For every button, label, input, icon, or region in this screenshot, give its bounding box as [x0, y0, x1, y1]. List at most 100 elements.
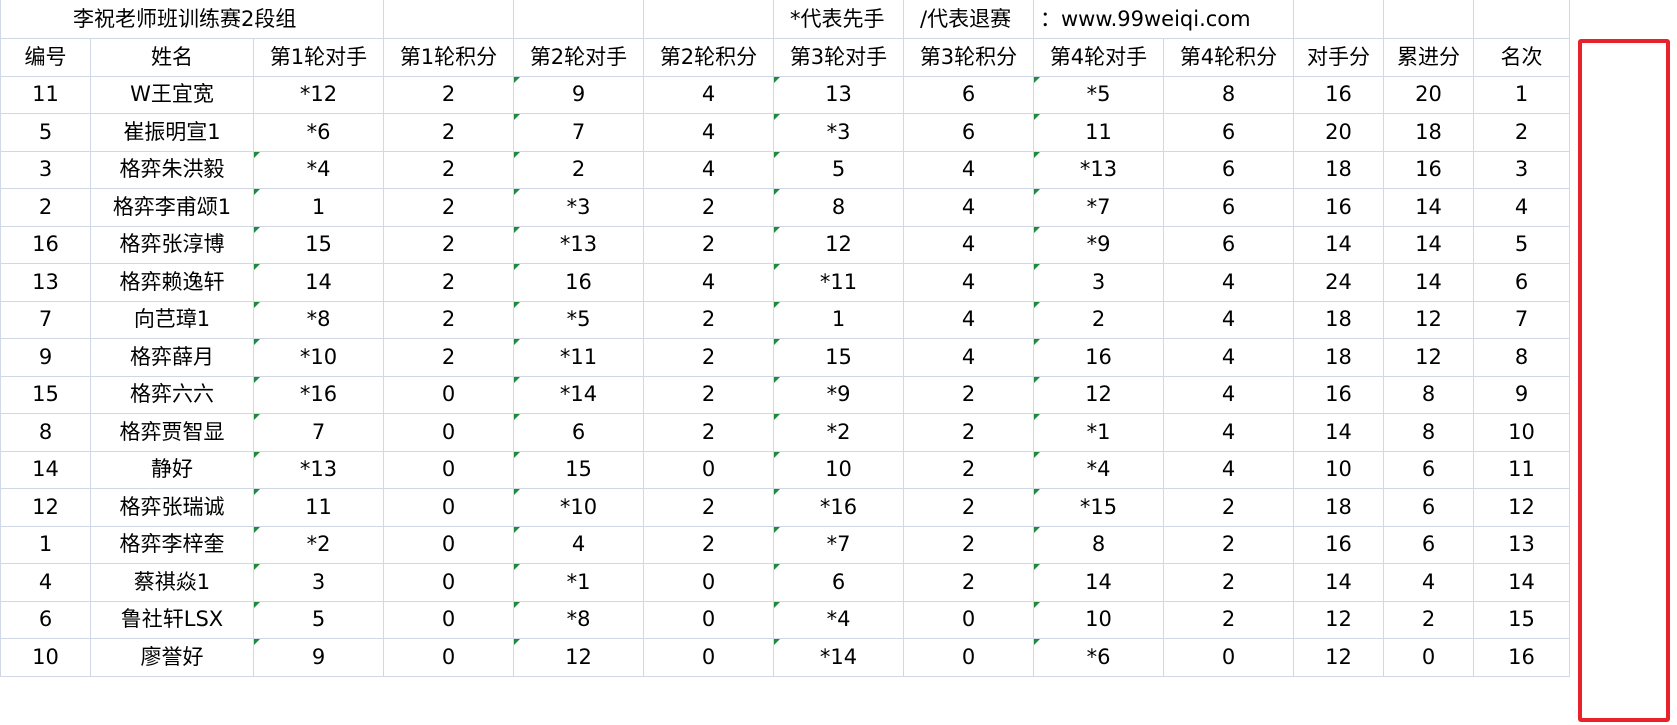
cell-id[interactable]: 14 — [0, 450, 91, 489]
cell-r1-opponent[interactable]: 9 — [253, 638, 384, 677]
cell-r3-score[interactable]: 4 — [903, 188, 1034, 227]
cell-rank[interactable]: 16 — [1473, 638, 1570, 677]
cell-r3-opponent[interactable]: 13 — [773, 75, 904, 114]
cell-r3-score[interactable]: 2 — [903, 525, 1034, 564]
header-r2-opponent[interactable]: 第2轮对手 — [513, 38, 644, 77]
cell-r1-opponent[interactable]: 14 — [253, 263, 384, 302]
cell-rank[interactable]: 8 — [1473, 338, 1570, 377]
cell-name[interactable]: 格弈赖逸轩 — [90, 263, 254, 302]
cell-r1-opponent[interactable]: *6 — [253, 113, 384, 152]
cell-r4-opponent[interactable]: 14 — [1033, 563, 1164, 602]
cell-r4-opponent[interactable]: *15 — [1033, 488, 1164, 527]
cell-r1-opponent[interactable]: *2 — [253, 525, 384, 564]
cell-r4-score[interactable]: 2 — [1163, 488, 1294, 527]
cell-r2-score[interactable]: 2 — [643, 225, 774, 264]
cell-r2-score[interactable]: 4 — [643, 150, 774, 189]
cell-r4-opponent[interactable]: *6 — [1033, 638, 1164, 677]
cell-r2-opponent[interactable]: 4 — [513, 525, 644, 564]
cell-r4-score[interactable]: 2 — [1163, 600, 1294, 639]
header-opponent-score[interactable]: 对手分 — [1293, 38, 1384, 77]
cell-r1-score[interactable]: 0 — [383, 450, 514, 489]
cell-id[interactable]: 4 — [0, 563, 91, 602]
cell-cumulative-score[interactable]: 18 — [1383, 113, 1474, 152]
cell-cumulative-score[interactable]: 14 — [1383, 263, 1474, 302]
cell-r2-opponent[interactable]: *11 — [513, 338, 644, 377]
cell-rank[interactable]: 3 — [1473, 150, 1570, 189]
cell-r3-score[interactable]: 0 — [903, 600, 1034, 639]
cell-r2-opponent[interactable]: 7 — [513, 113, 644, 152]
cell-r1-opponent[interactable]: *4 — [253, 150, 384, 189]
cell-r3-score[interactable]: 4 — [903, 225, 1034, 264]
cell-name[interactable]: 格弈贾智显 — [90, 413, 254, 452]
cell-r1-score[interactable]: 0 — [383, 600, 514, 639]
cell-r1-score[interactable]: 2 — [383, 150, 514, 189]
cell-opponent-score[interactable]: 18 — [1293, 338, 1384, 377]
cell-rank[interactable]: 14 — [1473, 563, 1570, 602]
cell-r4-opponent[interactable]: *5 — [1033, 75, 1164, 114]
note-website[interactable]: ：www.99weiqi.com — [1033, 0, 1294, 39]
cell-r3-opponent[interactable]: *9 — [773, 375, 904, 414]
cell-r4-score[interactable]: 2 — [1163, 525, 1294, 564]
cell-r4-opponent[interactable]: 8 — [1033, 525, 1164, 564]
cell-name[interactable]: W王宜宽 — [90, 75, 254, 114]
cell-name[interactable]: 格弈朱洪毅 — [90, 150, 254, 189]
cell-r3-score[interactable]: 4 — [903, 300, 1034, 339]
cell-r2-opponent[interactable]: *10 — [513, 488, 644, 527]
cell-r2-score[interactable]: 0 — [643, 638, 774, 677]
cell-r2-opponent[interactable]: *8 — [513, 600, 644, 639]
cell-r3-opponent[interactable]: 15 — [773, 338, 904, 377]
cell-cumulative-score[interactable]: 8 — [1383, 413, 1474, 452]
cell-cumulative-score[interactable]: 16 — [1383, 150, 1474, 189]
cell-r4-score[interactable]: 6 — [1163, 188, 1294, 227]
cell-r2-score[interactable]: 2 — [643, 338, 774, 377]
header-r3-opponent[interactable]: 第3轮对手 — [773, 38, 904, 77]
cell-opponent-score[interactable]: 14 — [1293, 413, 1384, 452]
cell-r4-score[interactable]: 4 — [1163, 413, 1294, 452]
cell-cumulative-score[interactable]: 14 — [1383, 188, 1474, 227]
cell-opponent-score[interactable]: 16 — [1293, 375, 1384, 414]
cell-r1-opponent[interactable]: 5 — [253, 600, 384, 639]
cell-r3-score[interactable]: 4 — [903, 338, 1034, 377]
cell-r1-score[interactable]: 2 — [383, 338, 514, 377]
cell-r3-opponent[interactable]: *4 — [773, 600, 904, 639]
cell-id[interactable]: 16 — [0, 225, 91, 264]
cell-r4-score[interactable]: 2 — [1163, 563, 1294, 602]
header-r3-score[interactable]: 第3轮积分 — [903, 38, 1034, 77]
cell-r1-score[interactable]: 0 — [383, 375, 514, 414]
cell-r1-opponent[interactable]: *10 — [253, 338, 384, 377]
cell-r1-opponent[interactable]: 1 — [253, 188, 384, 227]
cell-opponent-score[interactable]: 10 — [1293, 450, 1384, 489]
cell-name[interactable]: 崔振明宣1 — [90, 113, 254, 152]
cell-cumulative-score[interactable]: 8 — [1383, 375, 1474, 414]
cell-r2-score[interactable]: 2 — [643, 488, 774, 527]
header-r4-score[interactable]: 第4轮积分 — [1163, 38, 1294, 77]
cell-r1-opponent[interactable]: 11 — [253, 488, 384, 527]
cell-id[interactable]: 3 — [0, 150, 91, 189]
cell-r2-opponent[interactable]: *13 — [513, 225, 644, 264]
cell-opponent-score[interactable]: 12 — [1293, 638, 1384, 677]
cell-r3-opponent[interactable]: 12 — [773, 225, 904, 264]
cell-name[interactable]: 蔡祺焱1 — [90, 563, 254, 602]
cell-r3-opponent[interactable]: 8 — [773, 188, 904, 227]
cell-r1-score[interactable]: 0 — [383, 638, 514, 677]
cell-r4-score[interactable]: 4 — [1163, 263, 1294, 302]
cell-r3-opponent[interactable]: *7 — [773, 525, 904, 564]
cell[interactable] — [643, 0, 774, 39]
cell-r3-score[interactable]: 4 — [903, 263, 1034, 302]
cell-r2-score[interactable]: 0 — [643, 450, 774, 489]
cell-r2-opponent[interactable]: *14 — [513, 375, 644, 414]
note-withdrawal[interactable]: /代表退赛 — [903, 0, 1034, 39]
cell-r2-opponent[interactable]: *1 — [513, 563, 644, 602]
cell-r3-score[interactable]: 6 — [903, 113, 1034, 152]
cell-r3-opponent[interactable]: 6 — [773, 563, 904, 602]
cell-r3-opponent[interactable]: 10 — [773, 450, 904, 489]
cell-r4-score[interactable]: 8 — [1163, 75, 1294, 114]
cell-r1-opponent[interactable]: *16 — [253, 375, 384, 414]
cell-r1-score[interactable]: 2 — [383, 113, 514, 152]
header-cumulative-score[interactable]: 累进分 — [1383, 38, 1474, 77]
cell-r1-score[interactable]: 2 — [383, 225, 514, 264]
cell-cumulative-score[interactable]: 14 — [1383, 225, 1474, 264]
cell-rank[interactable]: 10 — [1473, 413, 1570, 452]
cell-rank[interactable]: 6 — [1473, 263, 1570, 302]
cell-r3-opponent[interactable]: *14 — [773, 638, 904, 677]
